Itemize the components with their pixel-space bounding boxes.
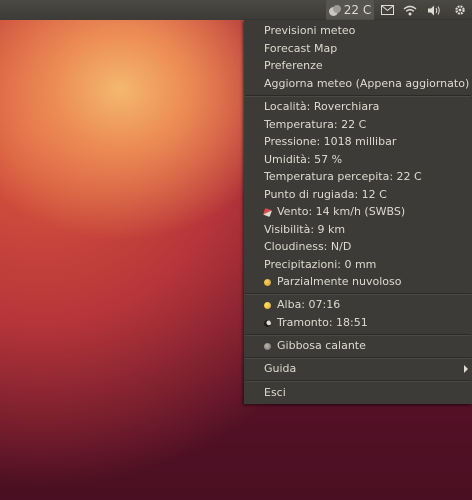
- sunset-label: Tramonto: 18:51: [277, 316, 368, 329]
- wind-info: Vento: 14 km/h (SWBS): [263, 203, 406, 220]
- menu-item-preferences[interactable]: Preferenze: [264, 57, 323, 74]
- menu-separator: [245, 380, 471, 382]
- humidity-info: Umidità: 57 %: [264, 153, 343, 166]
- menu-separator: [245, 293, 471, 295]
- gear-icon[interactable]: [451, 0, 469, 20]
- wind-label: Vento: 14 km/h (SWBS): [277, 205, 406, 218]
- precipitation-info: Precipitazioni: 0 mm: [264, 258, 377, 271]
- sun-icon: [264, 302, 271, 309]
- location-info: Località: Roverchiara: [264, 100, 380, 113]
- visibility-info: Visibilità: 9 km: [264, 223, 346, 236]
- weather-menu: Previsioni meteo Forecast Map Preferenze…: [244, 20, 472, 404]
- weather-temperature: 22 C: [343, 3, 372, 17]
- feels-like-info: Temperatura percepita: 22 C: [264, 170, 422, 183]
- weather-indicator[interactable]: 22 C: [326, 0, 374, 20]
- condition-info: Parzialmente nuvoloso: [264, 273, 402, 290]
- menu-separator: [245, 334, 471, 336]
- menu-separator: [245, 357, 471, 359]
- volume-icon[interactable]: [425, 0, 443, 20]
- temperature-info: Temperatura: 22 C: [264, 118, 367, 131]
- moon-phase-icon: [264, 343, 271, 350]
- menu-item-help[interactable]: Guida: [264, 360, 296, 377]
- menu-separator: [245, 95, 471, 97]
- menu-item-quit[interactable]: Esci: [264, 384, 286, 401]
- sunset-info: Tramonto: 18:51: [264, 314, 368, 331]
- sunrise-label: Alba: 07:16: [277, 298, 341, 311]
- menu-item-forecast[interactable]: Previsioni meteo: [264, 22, 355, 39]
- sunrise-info: Alba: 07:16: [264, 296, 340, 313]
- moon-icon: [264, 320, 271, 327]
- submenu-arrow-icon: [464, 365, 468, 373]
- cloudiness-info: Cloudiness: N/D: [264, 240, 352, 253]
- top-panel: 22 C: [0, 0, 472, 20]
- cloud-icon: [328, 4, 341, 16]
- partly-cloudy-icon: [264, 279, 271, 286]
- menu-item-refresh[interactable]: Aggiorna meteo (Appena aggiornato): [264, 75, 469, 92]
- mail-icon[interactable]: [379, 0, 395, 20]
- menu-item-forecast-map[interactable]: Forecast Map: [264, 40, 337, 57]
- dew-point-info: Punto di rugiada: 12 C: [264, 188, 387, 201]
- moon-phase-label: Gibbosa calante: [277, 339, 366, 352]
- wind-direction-icon: [263, 208, 272, 217]
- wifi-icon[interactable]: [401, 0, 419, 20]
- condition-label: Parzialmente nuvoloso: [277, 275, 402, 288]
- pressure-info: Pressione: 1018 millibar: [264, 135, 397, 148]
- moon-phase-info: Gibbosa calante: [264, 337, 366, 354]
